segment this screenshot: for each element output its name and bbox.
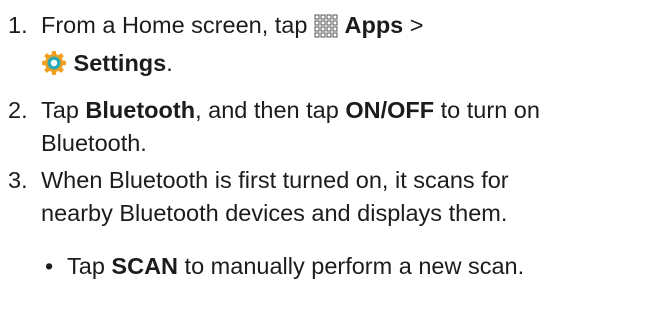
bullet-text-a: Tap	[67, 253, 112, 279]
step-2-text-d: Bluetooth.	[41, 130, 147, 156]
step-3-line-2: nearby Bluetooth devices and displays th…	[41, 200, 508, 226]
step-2-text-c: to turn on	[434, 97, 540, 123]
apps-label: Apps	[344, 12, 404, 38]
step-number: 2.	[8, 97, 28, 123]
bullet-text: Tap SCAN to manually perform a new scan.	[67, 250, 524, 283]
step-text: From a Home screen, tap Apps > Settings.	[41, 9, 661, 85]
step-1-text: From a Home screen, tap	[41, 12, 308, 38]
step-text: Tap Bluetooth, and then tap ON/OFF to tu…	[41, 94, 661, 160]
step-number: 1.	[8, 12, 28, 38]
step-number: 3.	[8, 167, 28, 193]
step-text: When Bluetooth is first turned on, it sc…	[41, 164, 661, 230]
step-2-text-b: , and then tap	[195, 97, 346, 123]
step-1-end: .	[166, 50, 173, 76]
scan-label: SCAN	[111, 253, 179, 279]
instructions-page: 1. From a Home screen, tap Apps > Settin…	[0, 0, 666, 314]
separator: >	[409, 12, 424, 38]
bullet-mark: •	[45, 253, 54, 279]
settings-label: Settings	[73, 50, 167, 76]
settings-gear-icon	[41, 50, 67, 85]
step-2-text-a: Tap	[41, 97, 86, 123]
bluetooth-label: Bluetooth	[85, 97, 196, 123]
apps-grid-icon	[314, 14, 338, 47]
on-off-label: ON/OFF	[345, 97, 435, 123]
step-3-line-1: When Bluetooth is first turned on, it sc…	[41, 167, 509, 193]
bullet-text-b: to manually perform a new scan.	[178, 253, 525, 279]
